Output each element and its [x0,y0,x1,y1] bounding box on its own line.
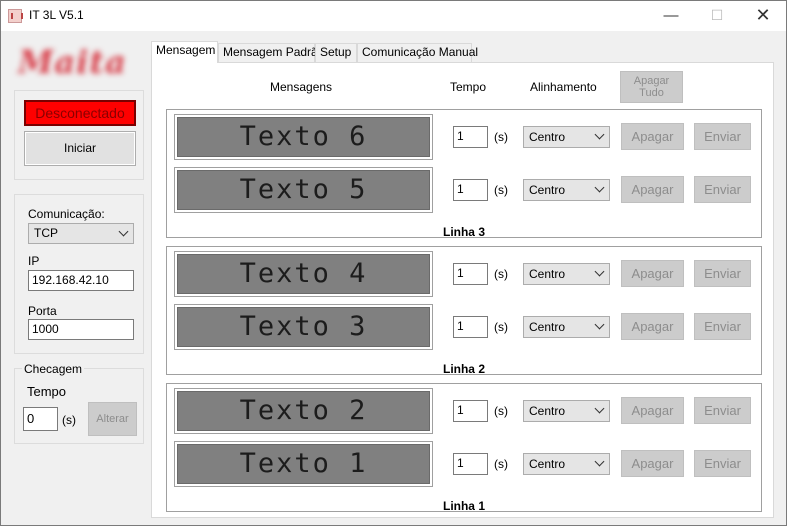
check-group: Checagem Tempo 0 (s) Alterar [14,362,144,444]
maximize-button[interactable]: ☐ [694,1,740,31]
check-group-title: Checagem [22,362,85,376]
chevron-down-icon [594,456,605,467]
ip-label: IP [28,254,40,268]
time-unit: (s) [494,267,508,281]
time-unit: (s) [494,404,508,418]
start-button[interactable]: Iniciar [24,131,136,166]
close-button[interactable]: ✕ [740,1,786,31]
port-label: Porta [28,304,57,318]
logo-area: Maita [14,39,144,86]
clear-button[interactable]: Apagar [621,397,684,424]
alignment-select[interactable]: Centro [523,263,610,285]
message-display[interactable]: Texto 6 [174,114,433,160]
line-group-label: Linha 2 [442,362,485,376]
alignment-value: Centro [529,404,566,418]
send-button[interactable]: Enviar [694,450,751,477]
clear-button[interactable]: Apagar [621,260,684,287]
alignment-select[interactable]: Centro [523,453,610,475]
tab-comunicacao-manual[interactable]: Comunicação Manual [357,43,478,62]
chevron-down-icon [118,226,129,237]
message-display[interactable]: Texto 3 [174,304,433,350]
clear-button[interactable]: Apagar [621,176,684,203]
message-display-text: Texto 5 [177,170,430,210]
tab-setup[interactable]: Setup [315,43,357,62]
message-display-text: Texto 2 [177,391,430,431]
tab-mensagem-padrao[interactable]: Mensagem Padrão [218,43,324,62]
alignment-value: Centro [529,183,566,197]
time-input[interactable]: 1 [453,400,488,422]
app-icon [8,9,23,23]
clear-all-button[interactable]: Apagar Tudo [620,71,683,103]
time-unit: (s) [494,183,508,197]
time-header: Tempo [450,80,487,94]
ip-input[interactable]: 192.168.42.10 [28,270,134,291]
send-button[interactable]: Enviar [694,176,751,203]
message-display[interactable]: Texto 2 [174,388,433,434]
check-time-label: Tempo [27,384,67,399]
message-display-text: Texto 4 [177,254,430,294]
message-display[interactable]: Texto 4 [174,251,433,297]
time-input[interactable]: 1 [453,126,488,148]
messages-header: Mensagens [270,80,333,94]
time-input[interactable]: 1 [453,453,488,475]
clear-all-label: Apagar Tudo [633,75,670,99]
message-display-text: Texto 6 [177,117,430,157]
chevron-down-icon [594,129,605,140]
alignment-value: Centro [529,457,566,471]
message-display-text: Texto 1 [177,444,430,484]
connection-status-badge: Desconectado [24,100,136,126]
window-title: IT 3L V5.1 [29,8,84,22]
port-input[interactable]: 1000 [28,319,134,340]
communication-label: Comunicação: [28,207,105,221]
alignment-select[interactable]: Centro [523,400,610,422]
time-unit: (s) [494,320,508,334]
send-button[interactable]: Enviar [694,313,751,340]
alignment-value: Centro [529,267,566,281]
chevron-down-icon [594,266,605,277]
check-time-input[interactable]: 0 [23,407,58,431]
network-settings-group: Comunicação: TCP IP 192.168.42.10 Porta … [14,194,144,354]
alignment-value: Centro [529,320,566,334]
alignment-select[interactable]: Centro [523,179,610,201]
alignment-select[interactable]: Centro [523,126,610,148]
message-display[interactable]: Texto 5 [174,167,433,213]
line-group-label: Linha 3 [442,225,485,239]
send-button[interactable]: Enviar [694,397,751,424]
alignment-value: Centro [529,130,566,144]
time-input[interactable]: 1 [453,179,488,201]
chevron-down-icon [594,182,605,193]
clear-button[interactable]: Apagar [621,450,684,477]
alignment-select[interactable]: Centro [523,316,610,338]
connection-group: Desconectado Iniciar [14,90,144,180]
chevron-down-icon [594,403,605,414]
chevron-down-icon [594,319,605,330]
message-display[interactable]: Texto 1 [174,441,433,487]
alter-button[interactable]: Alterar [88,402,137,436]
time-unit: (s) [494,457,508,471]
tab-mensagem[interactable]: Mensagem [151,41,218,63]
check-time-unit: (s) [62,413,76,427]
alignment-header: Alinhamento [530,80,597,94]
clear-button[interactable]: Apagar [621,123,684,150]
line-group-label: Linha 1 [442,499,485,513]
communication-value: TCP [34,226,58,240]
time-unit: (s) [494,130,508,144]
minimize-button[interactable]: — [648,1,694,31]
title-bar: IT 3L V5.1 — ☐ ✕ [1,1,786,31]
communication-select[interactable]: TCP [28,223,134,244]
app-window: IT 3L V5.1 — ☐ ✕ Maita Desconectado Inic… [0,0,787,526]
clear-button[interactable]: Apagar [621,313,684,340]
time-input[interactable]: 1 [453,263,488,285]
send-button[interactable]: Enviar [694,123,751,150]
company-logo: Maita [18,43,127,81]
send-button[interactable]: Enviar [694,260,751,287]
message-display-text: Texto 3 [177,307,430,347]
time-input[interactable]: 1 [453,316,488,338]
